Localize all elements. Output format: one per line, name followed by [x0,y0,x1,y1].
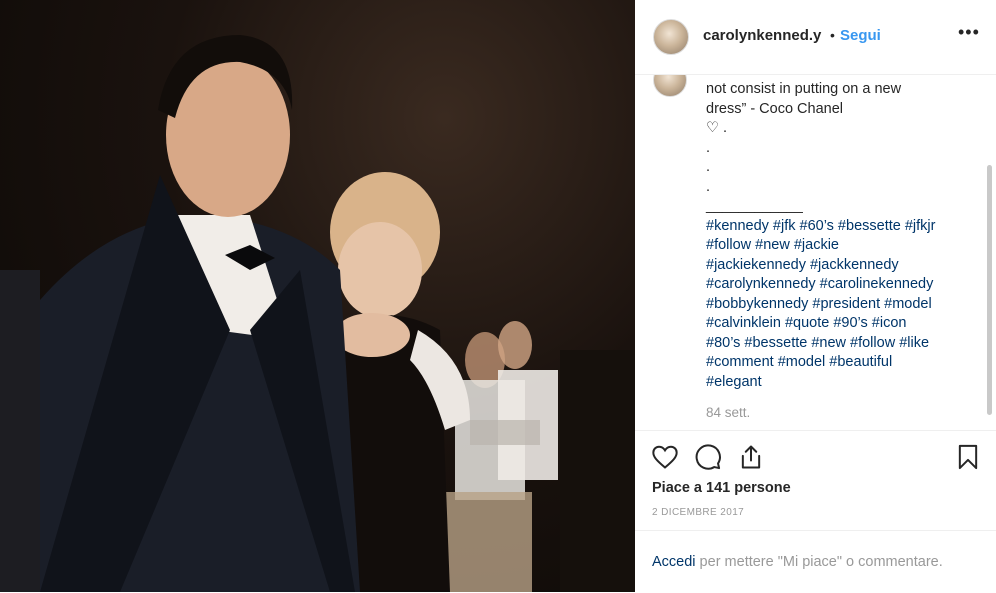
likes-count[interactable]: Piace a 141 persone [652,480,791,496]
caption-line: . [706,139,711,156]
hashtag-line[interactable]: #carolynkennedy #carolinekennedy [706,275,976,295]
comment-icon[interactable] [694,443,722,471]
hashtag-line[interactable]: #jackiekennedy #jackkennedy [706,256,976,276]
login-text: Accedi per mettere "Mi piace" o commenta… [652,554,943,570]
caption-line: ♡ . [706,120,728,136]
scrollbar[interactable] [987,165,992,415]
caption-text: not consist in putting on a new dress” -… [706,80,976,392]
hashtag-line[interactable]: #follow #new #jackie [706,236,976,256]
caption-line: not consist in putting on a new [706,81,902,97]
action-bar: Piace a 141 persone 2 DICEMBRE 2017 [635,430,996,531]
caption-line: dress” - Coco Chanel [706,100,843,117]
post-header: carolynkenned.y • Segui ••• [635,0,996,75]
post-panel: carolynkenned.y • Segui ••• not consist … [635,0,996,592]
hashtag-line[interactable]: #elegant [706,373,976,393]
separator-dot: • [830,27,835,43]
hashtag-line[interactable]: #bobbykennedy #president #model [706,295,976,315]
avatar[interactable] [653,19,689,55]
caption-line: ____________ [706,198,803,214]
post-photo[interactable] [0,0,635,592]
hashtag-line[interactable]: #calvinklein #quote #90’s #icon [706,314,976,334]
caption-avatar[interactable] [653,75,687,97]
caption-line: . [706,178,711,195]
heart-icon[interactable] [651,443,679,471]
hashtag-line[interactable]: #kennedy #jfk #60’s #bessette #jfkjr [706,217,976,237]
more-options-icon[interactable]: ••• [958,22,980,43]
caption-line: . [706,159,711,175]
login-link[interactable]: Accedi [652,554,696,570]
login-rest-text: per mettere "Mi piace" o commentare. [695,554,943,570]
bookmark-icon[interactable] [954,443,982,471]
share-icon[interactable] [737,443,765,471]
post-date[interactable]: 2 DICEMBRE 2017 [652,507,744,518]
photo-illustration [0,35,635,592]
time-ago[interactable]: 84 sett. [706,405,750,420]
login-prompt: Accedi per mettere "Mi piace" o commenta… [635,530,996,593]
follow-button[interactable]: Segui [840,27,881,44]
hashtag-line[interactable]: #comment #model #beautiful [706,353,976,373]
caption-area[interactable]: not consist in putting on a new dress” -… [635,75,996,429]
hashtag-line[interactable]: #80’s #bessette #new #follow #like [706,334,976,354]
username-link[interactable]: carolynkenned.y [703,27,821,44]
